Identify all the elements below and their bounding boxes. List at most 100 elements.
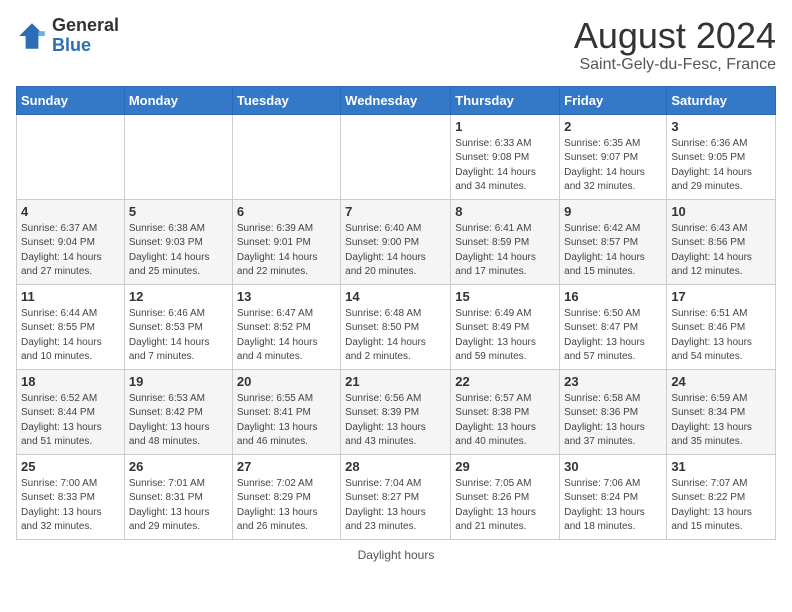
day-info: Sunrise: 6:58 AM Sunset: 8:36 PM Dayligh… [564,392,662,450]
day-info: Sunrise: 6:56 AM Sunset: 8:39 PM Dayligh… [345,392,446,450]
day-info: Sunrise: 6:33 AM Sunset: 9:08 PM Dayligh… [455,137,555,195]
calendar-cell: 23Sunrise: 6:58 AM Sunset: 8:36 PM Dayli… [560,369,667,454]
weekday-header: Thursday [451,86,560,114]
calendar-cell: 27 Sunrise: 7:02 AM Sunset: 8:29 PM Dayli… [232,454,340,539]
day-number: 6 [237,204,336,219]
calendar-cell: 11 Sunrise: 6:44 AM Sunset: 8:55 PM Dayli… [17,284,125,369]
logo-general: General [52,15,119,35]
calendar-week: 18 Sunrise: 6:52 AM Sunset: 8:44 PM Dayli… [17,369,776,454]
day-info: Sunrise: 7:00 AM Sunset: 8:33 PM Dayligh… [21,477,120,535]
calendar-cell [124,114,232,199]
day-info: Sunrise: 6:57 AM Sunset: 8:38 PM Dayligh… [455,392,555,450]
footer-text: Daylight hours [358,548,435,562]
day-number: 18 [21,374,120,389]
calendar-cell: 24Sunrise: 6:59 AM Sunset: 8:34 PM Dayli… [667,369,776,454]
calendar-cell: 6 Sunrise: 6:39 AM Sunset: 9:01 PM Daylig… [232,199,340,284]
day-info: Sunrise: 6:35 AM Sunset: 9:07 PM Dayligh… [564,137,662,195]
day-number: 28 [345,459,446,474]
weekday-header: Sunday [17,86,125,114]
calendar-week: 25Sunrise: 7:00 AM Sunset: 8:33 PM Dayli… [17,454,776,539]
calendar-cell: 18 Sunrise: 6:52 AM Sunset: 8:44 PM Dayli… [17,369,125,454]
day-info: Sunrise: 6:48 AM Sunset: 8:50 PM Dayligh… [345,307,446,365]
day-number: 21 [345,374,446,389]
calendar-cell: 12 Sunrise: 6:46 AM Sunset: 8:53 PM Dayli… [124,284,232,369]
calendar-cell: 30 Sunrise: 7:06 AM Sunset: 8:24 PM Dayli… [560,454,667,539]
calendar-table: SundayMondayTuesdayWednesdayThursdayFrid… [16,86,776,540]
day-info: Sunrise: 6:44 AM Sunset: 8:55 PM Dayligh… [21,307,120,365]
logo-icon [16,20,48,52]
calendar-title: August 2024 [574,16,776,56]
calendar-cell: 10 Sunrise: 6:43 AM Sunset: 8:56 PM Dayli… [667,199,776,284]
day-info: Sunrise: 6:42 AM Sunset: 8:57 PM Dayligh… [564,222,662,280]
calendar-cell: 8Sunrise: 6:41 AM Sunset: 8:59 PM Daylig… [451,199,560,284]
day-number: 14 [345,289,446,304]
day-info: Sunrise: 7:07 AM Sunset: 8:22 PM Dayligh… [671,477,771,535]
day-number: 1 [455,119,555,134]
weekday-header: Tuesday [232,86,340,114]
calendar-cell [341,114,451,199]
title-block: August 2024 Saint-Gely-du-Fesc, France [574,16,776,74]
calendar-week: 11 Sunrise: 6:44 AM Sunset: 8:55 PM Dayli… [17,284,776,369]
day-number: 15 [455,289,555,304]
day-info: Sunrise: 6:50 AM Sunset: 8:47 PM Dayligh… [564,307,662,365]
day-number: 4 [21,204,120,219]
day-info: Sunrise: 6:53 AM Sunset: 8:42 PM Dayligh… [129,392,228,450]
calendar-cell: 21 Sunrise: 6:56 AM Sunset: 8:39 PM Dayli… [341,369,451,454]
day-info: Sunrise: 6:51 AM Sunset: 8:46 PM Dayligh… [671,307,771,365]
calendar-cell: 29Sunrise: 7:05 AM Sunset: 8:26 PM Dayli… [451,454,560,539]
day-info: Sunrise: 6:43 AM Sunset: 8:56 PM Dayligh… [671,222,771,280]
day-info: Sunrise: 7:01 AM Sunset: 8:31 PM Dayligh… [129,477,228,535]
day-info: Sunrise: 6:36 AM Sunset: 9:05 PM Dayligh… [671,137,771,195]
calendar-cell: 7Sunrise: 6:40 AM Sunset: 9:00 PM Daylig… [341,199,451,284]
day-number: 12 [129,289,228,304]
day-number: 30 [564,459,662,474]
calendar-header: SundayMondayTuesdayWednesdayThursdayFrid… [17,86,776,114]
weekday-header: Saturday [667,86,776,114]
calendar-cell: 16 Sunrise: 6:50 AM Sunset: 8:47 PM Dayli… [560,284,667,369]
day-info: Sunrise: 6:46 AM Sunset: 8:53 PM Dayligh… [129,307,228,365]
day-info: Sunrise: 7:04 AM Sunset: 8:27 PM Dayligh… [345,477,446,535]
day-number: 8 [455,204,555,219]
day-number: 19 [129,374,228,389]
calendar-cell: 2 Sunrise: 6:35 AM Sunset: 9:07 PM Daylig… [560,114,667,199]
calendar-cell: 1 Sunrise: 6:33 AM Sunset: 9:08 PM Daylig… [451,114,560,199]
day-number: 22 [455,374,555,389]
day-info: Sunrise: 6:38 AM Sunset: 9:03 PM Dayligh… [129,222,228,280]
day-number: 29 [455,459,555,474]
calendar-week: 1 Sunrise: 6:33 AM Sunset: 9:08 PM Daylig… [17,114,776,199]
calendar-cell: 14 Sunrise: 6:48 AM Sunset: 8:50 PM Dayli… [341,284,451,369]
calendar-cell [232,114,340,199]
calendar-cell: 28 Sunrise: 7:04 AM Sunset: 8:27 PM Dayli… [341,454,451,539]
day-number: 2 [564,119,662,134]
page-header: General Blue August 2024 Saint-Gely-du-F… [16,16,776,74]
day-number: 17 [671,289,771,304]
day-info: Sunrise: 6:52 AM Sunset: 8:44 PM Dayligh… [21,392,120,450]
calendar-cell: 22 Sunrise: 6:57 AM Sunset: 8:38 PM Dayli… [451,369,560,454]
day-info: Sunrise: 6:49 AM Sunset: 8:49 PM Dayligh… [455,307,555,365]
day-number: 11 [21,289,120,304]
day-number: 20 [237,374,336,389]
day-number: 24 [671,374,771,389]
calendar-cell: 5Sunrise: 6:38 AM Sunset: 9:03 PM Daylig… [124,199,232,284]
calendar-cell: 26 Sunrise: 7:01 AM Sunset: 8:31 PM Dayli… [124,454,232,539]
calendar-cell: 9 Sunrise: 6:42 AM Sunset: 8:57 PM Daylig… [560,199,667,284]
calendar-subtitle: Saint-Gely-du-Fesc, France [574,56,776,74]
day-number: 13 [237,289,336,304]
day-info: Sunrise: 6:39 AM Sunset: 9:01 PM Dayligh… [237,222,336,280]
day-info: Sunrise: 7:02 AM Sunset: 8:29 PM Dayligh… [237,477,336,535]
day-number: 27 [237,459,336,474]
day-number: 10 [671,204,771,219]
day-number: 9 [564,204,662,219]
footer: Daylight hours [16,548,776,562]
day-number: 7 [345,204,446,219]
logo-blue: Blue [52,35,91,55]
day-number: 26 [129,459,228,474]
weekday-header: Monday [124,86,232,114]
calendar-cell: 17 Sunrise: 6:51 AM Sunset: 8:46 PM Dayli… [667,284,776,369]
day-info: Sunrise: 7:06 AM Sunset: 8:24 PM Dayligh… [564,477,662,535]
weekday-header: Wednesday [341,86,451,114]
weekday-header: Friday [560,86,667,114]
calendar-cell: 15 Sunrise: 6:49 AM Sunset: 8:49 PM Dayli… [451,284,560,369]
day-number: 16 [564,289,662,304]
calendar-cell: 4Sunrise: 6:37 AM Sunset: 9:04 PM Daylig… [17,199,125,284]
